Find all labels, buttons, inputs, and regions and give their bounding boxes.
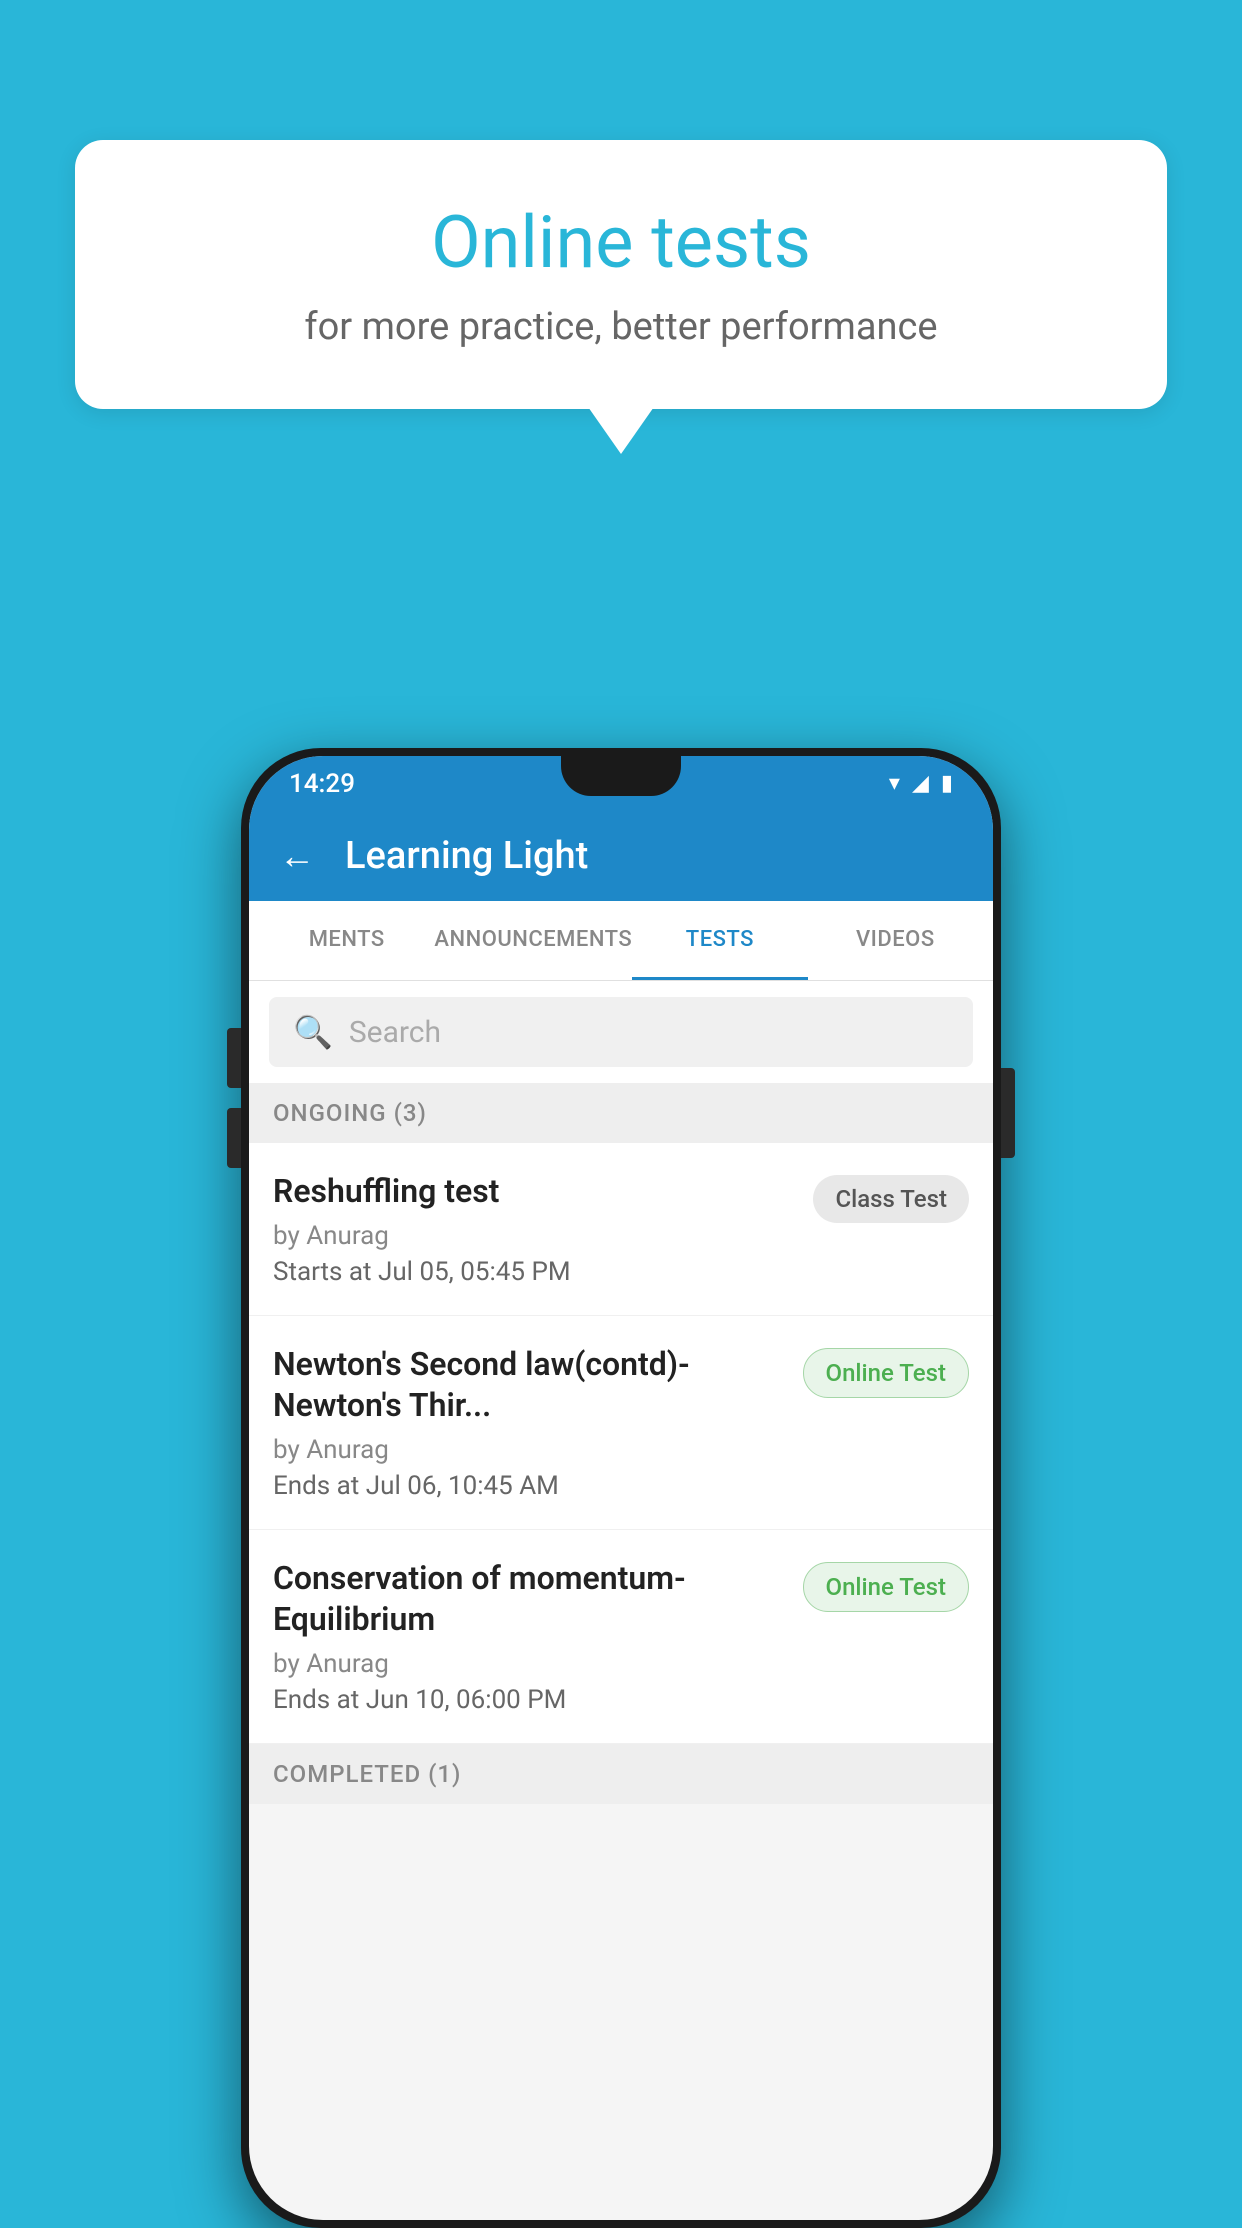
back-button[interactable]: ← (279, 835, 315, 877)
test-date-reshuffling: Starts at Jul 05, 05:45 PM (273, 1257, 793, 1287)
completed-label: COMPLETED (1) (273, 1760, 461, 1788)
volume-down-button (227, 1108, 241, 1168)
app-header: ← Learning Light (249, 811, 993, 901)
test-name-reshuffling: Reshuffling test (273, 1171, 793, 1213)
speech-bubble: Online tests for more practice, better p… (75, 140, 1167, 409)
speech-bubble-subtitle: for more practice, better performance (155, 305, 1087, 349)
phone-frame: 14:29 ▾ ◢ ▮ ← Learning Light MENTS ANNOU… (241, 748, 1001, 2228)
tab-videos[interactable]: VIDEOS (808, 901, 983, 980)
test-badge-reshuffling: Class Test (813, 1175, 969, 1223)
tab-announcements[interactable]: ANNOUNCEMENTS (434, 901, 632, 980)
test-badge-newton: Online Test (803, 1348, 969, 1398)
signal-icon: ◢ (912, 771, 929, 796)
test-info-reshuffling: Reshuffling test by Anurag Starts at Jul… (273, 1171, 813, 1287)
test-info-conservation: Conservation of momentum-Equilibrium by … (273, 1558, 803, 1715)
speech-bubble-title: Online tests (155, 200, 1087, 285)
app-header-title: Learning Light (345, 834, 588, 878)
tab-tests[interactable]: TESTS (632, 901, 807, 980)
wifi-icon: ▾ (889, 771, 900, 796)
search-container: 🔍 Search (249, 981, 993, 1083)
status-bar: 14:29 ▾ ◢ ▮ (249, 756, 993, 811)
ongoing-label: ONGOING (3) (273, 1099, 427, 1127)
completed-section-header: COMPLETED (1) (249, 1744, 993, 1804)
search-bar[interactable]: 🔍 Search (269, 997, 973, 1067)
phone-screen: 14:29 ▾ ◢ ▮ ← Learning Light MENTS ANNOU… (249, 756, 993, 2220)
status-icons: ▾ ◢ ▮ (889, 771, 953, 796)
test-info-newton: Newton's Second law(contd)-Newton's Thir… (273, 1344, 803, 1501)
search-placeholder: Search (349, 1015, 441, 1050)
battery-icon: ▮ (941, 771, 953, 796)
test-list: Reshuffling test by Anurag Starts at Jul… (249, 1143, 993, 1744)
test-author-newton: by Anurag (273, 1435, 783, 1465)
search-icon: 🔍 (293, 1013, 333, 1051)
test-date-conservation: Ends at Jun 10, 06:00 PM (273, 1685, 783, 1715)
test-name-newton: Newton's Second law(contd)-Newton's Thir… (273, 1344, 783, 1427)
test-author-conservation: by Anurag (273, 1649, 783, 1679)
test-author-reshuffling: by Anurag (273, 1221, 793, 1251)
test-item-reshuffling[interactable]: Reshuffling test by Anurag Starts at Jul… (249, 1143, 993, 1316)
volume-up-button (227, 1028, 241, 1088)
power-button (1001, 1068, 1015, 1158)
speech-bubble-container: Online tests for more practice, better p… (75, 140, 1167, 409)
test-badge-conservation: Online Test (803, 1562, 969, 1612)
status-time: 14:29 (289, 769, 355, 799)
notch (561, 756, 681, 796)
test-item-conservation[interactable]: Conservation of momentum-Equilibrium by … (249, 1530, 993, 1744)
test-item-newton[interactable]: Newton's Second law(contd)-Newton's Thir… (249, 1316, 993, 1530)
ongoing-section-header: ONGOING (3) (249, 1083, 993, 1143)
test-name-conservation: Conservation of momentum-Equilibrium (273, 1558, 783, 1641)
tab-ments[interactable]: MENTS (259, 901, 434, 980)
test-date-newton: Ends at Jul 06, 10:45 AM (273, 1471, 783, 1501)
tabs-bar: MENTS ANNOUNCEMENTS TESTS VIDEOS (249, 901, 993, 981)
